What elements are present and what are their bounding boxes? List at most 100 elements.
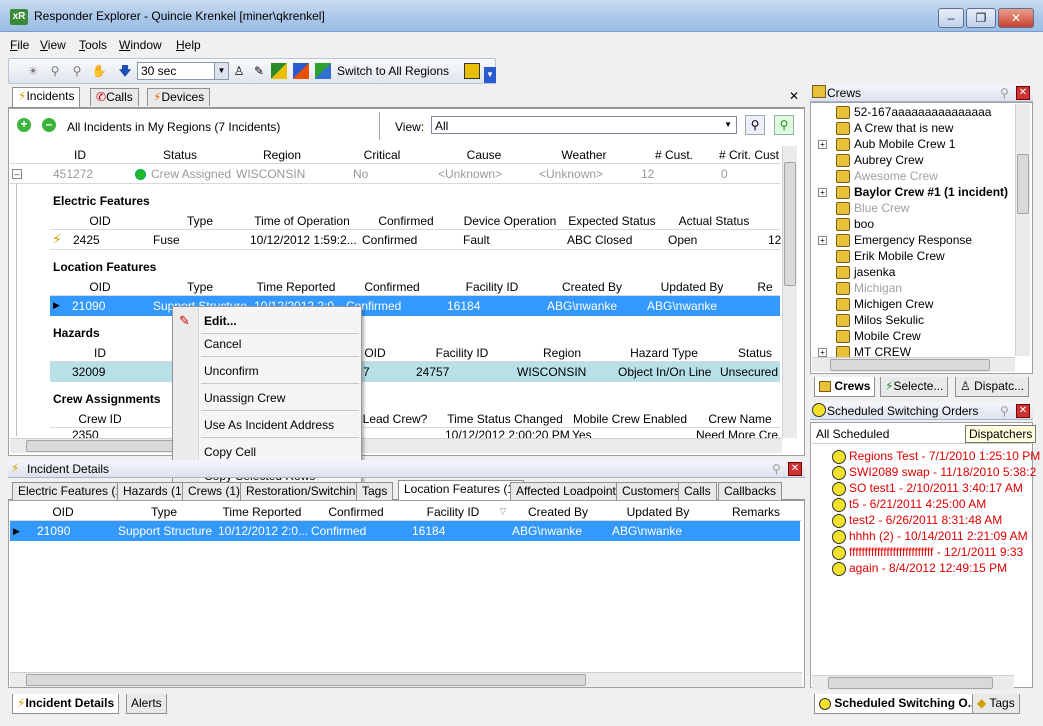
tab-calls[interactable]: Calls bbox=[678, 482, 717, 500]
electric-row[interactable]: ⚡ 2425 Fuse 10/12/2012 1:59:2... Confirm… bbox=[50, 230, 781, 250]
layers-icon[interactable] bbox=[293, 63, 309, 79]
sched-item[interactable]: hhhh (2) - 10/14/2011 2:21:09 AM bbox=[849, 529, 1028, 543]
scroll-thumb[interactable] bbox=[828, 677, 993, 689]
map-icon[interactable] bbox=[271, 63, 287, 79]
close-icon[interactable]: ✕ bbox=[789, 89, 799, 103]
crew-item[interactable]: Erik Mobile Crew bbox=[854, 249, 945, 263]
close-icon[interactable]: ✕ bbox=[1016, 86, 1030, 100]
tab-crews[interactable]: Crews (1) bbox=[182, 482, 247, 500]
scroll-thumb[interactable] bbox=[784, 162, 796, 286]
details-hscroll[interactable] bbox=[10, 672, 802, 687]
col-id[interactable]: ID bbox=[30, 148, 130, 162]
close-icon[interactable]: ✕ bbox=[1016, 404, 1030, 418]
expand-icon[interactable]: + bbox=[818, 188, 827, 197]
crew-item[interactable]: Michigen Crew bbox=[854, 297, 933, 311]
tab-tags-panel[interactable]: ◆ Tags bbox=[972, 694, 1020, 714]
tab-callbacks[interactable]: Callbacks bbox=[718, 482, 783, 500]
worker-icon[interactable]: ♙ bbox=[231, 63, 247, 79]
scroll-thumb[interactable] bbox=[830, 359, 990, 371]
crew-assign-row[interactable]: 2350 10/12/2012 2:00:20 PM Yes Need More… bbox=[50, 428, 780, 438]
crew-item[interactable]: Michigan bbox=[854, 281, 902, 295]
sun-icon[interactable]: ☀ bbox=[25, 63, 41, 79]
close-icon[interactable]: ✕ bbox=[788, 462, 802, 476]
switch-regions-button[interactable]: Switch to All Regions bbox=[337, 64, 449, 78]
menu-window[interactable]: Window bbox=[119, 38, 162, 52]
expand-icon[interactable]: + bbox=[818, 140, 827, 149]
crew-item[interactable]: Awesome Crew bbox=[854, 169, 938, 183]
down-arrow-icon[interactable]: 🡇 bbox=[117, 63, 133, 79]
tab-incidents[interactable]: ⚡Incidents bbox=[12, 87, 81, 107]
sched-item[interactable]: fffffffffffffffffffffffffff - 12/1/2011 … bbox=[849, 545, 1023, 559]
crews-vscroll[interactable] bbox=[1015, 104, 1030, 356]
search-icon[interactable]: ⚲ bbox=[47, 63, 63, 79]
tab-electric-features[interactable]: Electric Features (1) bbox=[12, 482, 133, 500]
sched-item[interactable]: Regions Test - 7/1/2010 1:25:10 PM bbox=[849, 449, 1040, 463]
col-crit-cust[interactable]: # Crit. Cust bbox=[714, 148, 784, 162]
menu-tools[interactable]: Tools bbox=[79, 38, 107, 52]
scroll-thumb[interactable] bbox=[26, 674, 586, 686]
incidents-vscroll[interactable] bbox=[782, 146, 797, 438]
refresh-interval-select[interactable]: 30 sec ▼ bbox=[137, 62, 229, 80]
binoculars-icon[interactable]: ⚲ bbox=[745, 115, 765, 135]
crew-item[interactable]: Aub Mobile Crew 1 bbox=[854, 137, 955, 151]
tab-location-features[interactable]: Location Features (1) bbox=[398, 480, 525, 500]
tab-incident-details[interactable]: ⚡Incident Details bbox=[12, 694, 120, 714]
scroll-thumb[interactable] bbox=[26, 440, 186, 452]
crew-item[interactable]: Emergency Response bbox=[854, 233, 972, 247]
sched-item[interactable]: SO test1 - 2/10/2011 3:40:17 AM bbox=[849, 481, 1023, 495]
menu-help[interactable]: Help bbox=[176, 38, 201, 52]
scroll-thumb[interactable] bbox=[1017, 154, 1029, 214]
col-cust[interactable]: # Cust. bbox=[634, 148, 714, 162]
incident-row[interactable]: – 451272 Crew Assigned WISCONSIN No <Unk… bbox=[10, 164, 780, 184]
sched-item[interactable]: test2 - 6/26/2011 8:31:48 AM bbox=[849, 513, 1002, 527]
crew-item[interactable]: 52-167aaaaaaaaaaaaaaa bbox=[854, 105, 991, 119]
ctx-use-as-address[interactable]: Use As Incident Address bbox=[204, 418, 334, 432]
view-select[interactable]: All ▼ bbox=[431, 116, 737, 134]
zoom-icon[interactable]: ⚲ bbox=[69, 63, 85, 79]
sched-hscroll[interactable] bbox=[812, 675, 1014, 690]
ctx-cancel[interactable]: Cancel bbox=[204, 337, 241, 351]
tab-hazards[interactable]: Hazards (1) bbox=[117, 482, 192, 500]
remove-icon[interactable]: – bbox=[42, 118, 56, 132]
tab-affected-loadpoints[interactable]: Affected Loadpoints bbox=[510, 482, 628, 500]
add-icon[interactable]: + bbox=[17, 118, 31, 132]
col-cause[interactable]: Cause bbox=[434, 148, 534, 162]
expand-icon[interactable]: + bbox=[818, 348, 827, 357]
ctx-edit[interactable]: Edit... bbox=[204, 314, 237, 328]
crew-item[interactable]: Blue Crew bbox=[854, 201, 909, 215]
tab-calls[interactable]: ✆Calls bbox=[90, 88, 139, 106]
tab-tags[interactable]: Tags bbox=[356, 482, 394, 500]
crew-item[interactable]: Milos Sekulic bbox=[854, 313, 924, 327]
col-region[interactable]: Region bbox=[232, 148, 332, 162]
pin-icon[interactable]: ⚲ bbox=[772, 462, 781, 476]
col-status[interactable]: Status bbox=[130, 148, 230, 162]
grid-icon[interactable] bbox=[315, 63, 331, 79]
ctx-unassign-crew[interactable]: Unassign Crew bbox=[204, 391, 285, 405]
col-critical[interactable]: Critical bbox=[332, 148, 432, 162]
col-weather[interactable]: Weather bbox=[534, 148, 634, 162]
crew-item[interactable]: Mobile Crew bbox=[854, 329, 921, 343]
tab-crews-panel[interactable]: Crews bbox=[814, 377, 876, 397]
binoculars-filter-icon[interactable]: ⚲ bbox=[774, 115, 794, 135]
crew-item[interactable]: boo bbox=[854, 217, 874, 231]
crew-item[interactable]: Aubrey Crew bbox=[854, 153, 923, 167]
tab-customers[interactable]: Customers bbox=[616, 482, 687, 500]
close-button[interactable]: ✕ bbox=[998, 8, 1034, 28]
minimize-button[interactable]: – bbox=[938, 8, 964, 28]
tab-selected[interactable]: ⚡Selecte... bbox=[880, 377, 949, 397]
crew-item[interactable]: Baylor Crew #1 (1 incident) bbox=[854, 185, 1008, 199]
tab-scheduled-switching[interactable]: Scheduled Switching O... bbox=[814, 694, 983, 714]
edit-icon[interactable]: ✎ bbox=[251, 63, 267, 79]
menu-view[interactable]: View bbox=[40, 38, 66, 52]
incidents-hscroll[interactable] bbox=[10, 438, 782, 453]
overflow-icon[interactable]: ▼ bbox=[484, 67, 496, 83]
hazards-row[interactable]: 32009 7 24757 WISCONSIN Object In/On Lin… bbox=[50, 362, 780, 382]
tab-alerts[interactable]: Alerts bbox=[126, 694, 167, 714]
sched-item[interactable]: again - 8/4/2012 12:49:15 PM bbox=[849, 561, 1007, 575]
ctx-unconfirm[interactable]: Unconfirm bbox=[204, 364, 259, 378]
crews-hscroll[interactable] bbox=[812, 357, 1015, 372]
menu-file[interactable]: File bbox=[10, 38, 29, 52]
tab-restoration[interactable]: Restoration/Switching bbox=[240, 482, 369, 500]
pin-icon[interactable]: ⚲ bbox=[1000, 404, 1009, 418]
location-row-selected[interactable]: ▶ 21090 Support Structure 10/12/2012 2:0… bbox=[50, 296, 780, 316]
